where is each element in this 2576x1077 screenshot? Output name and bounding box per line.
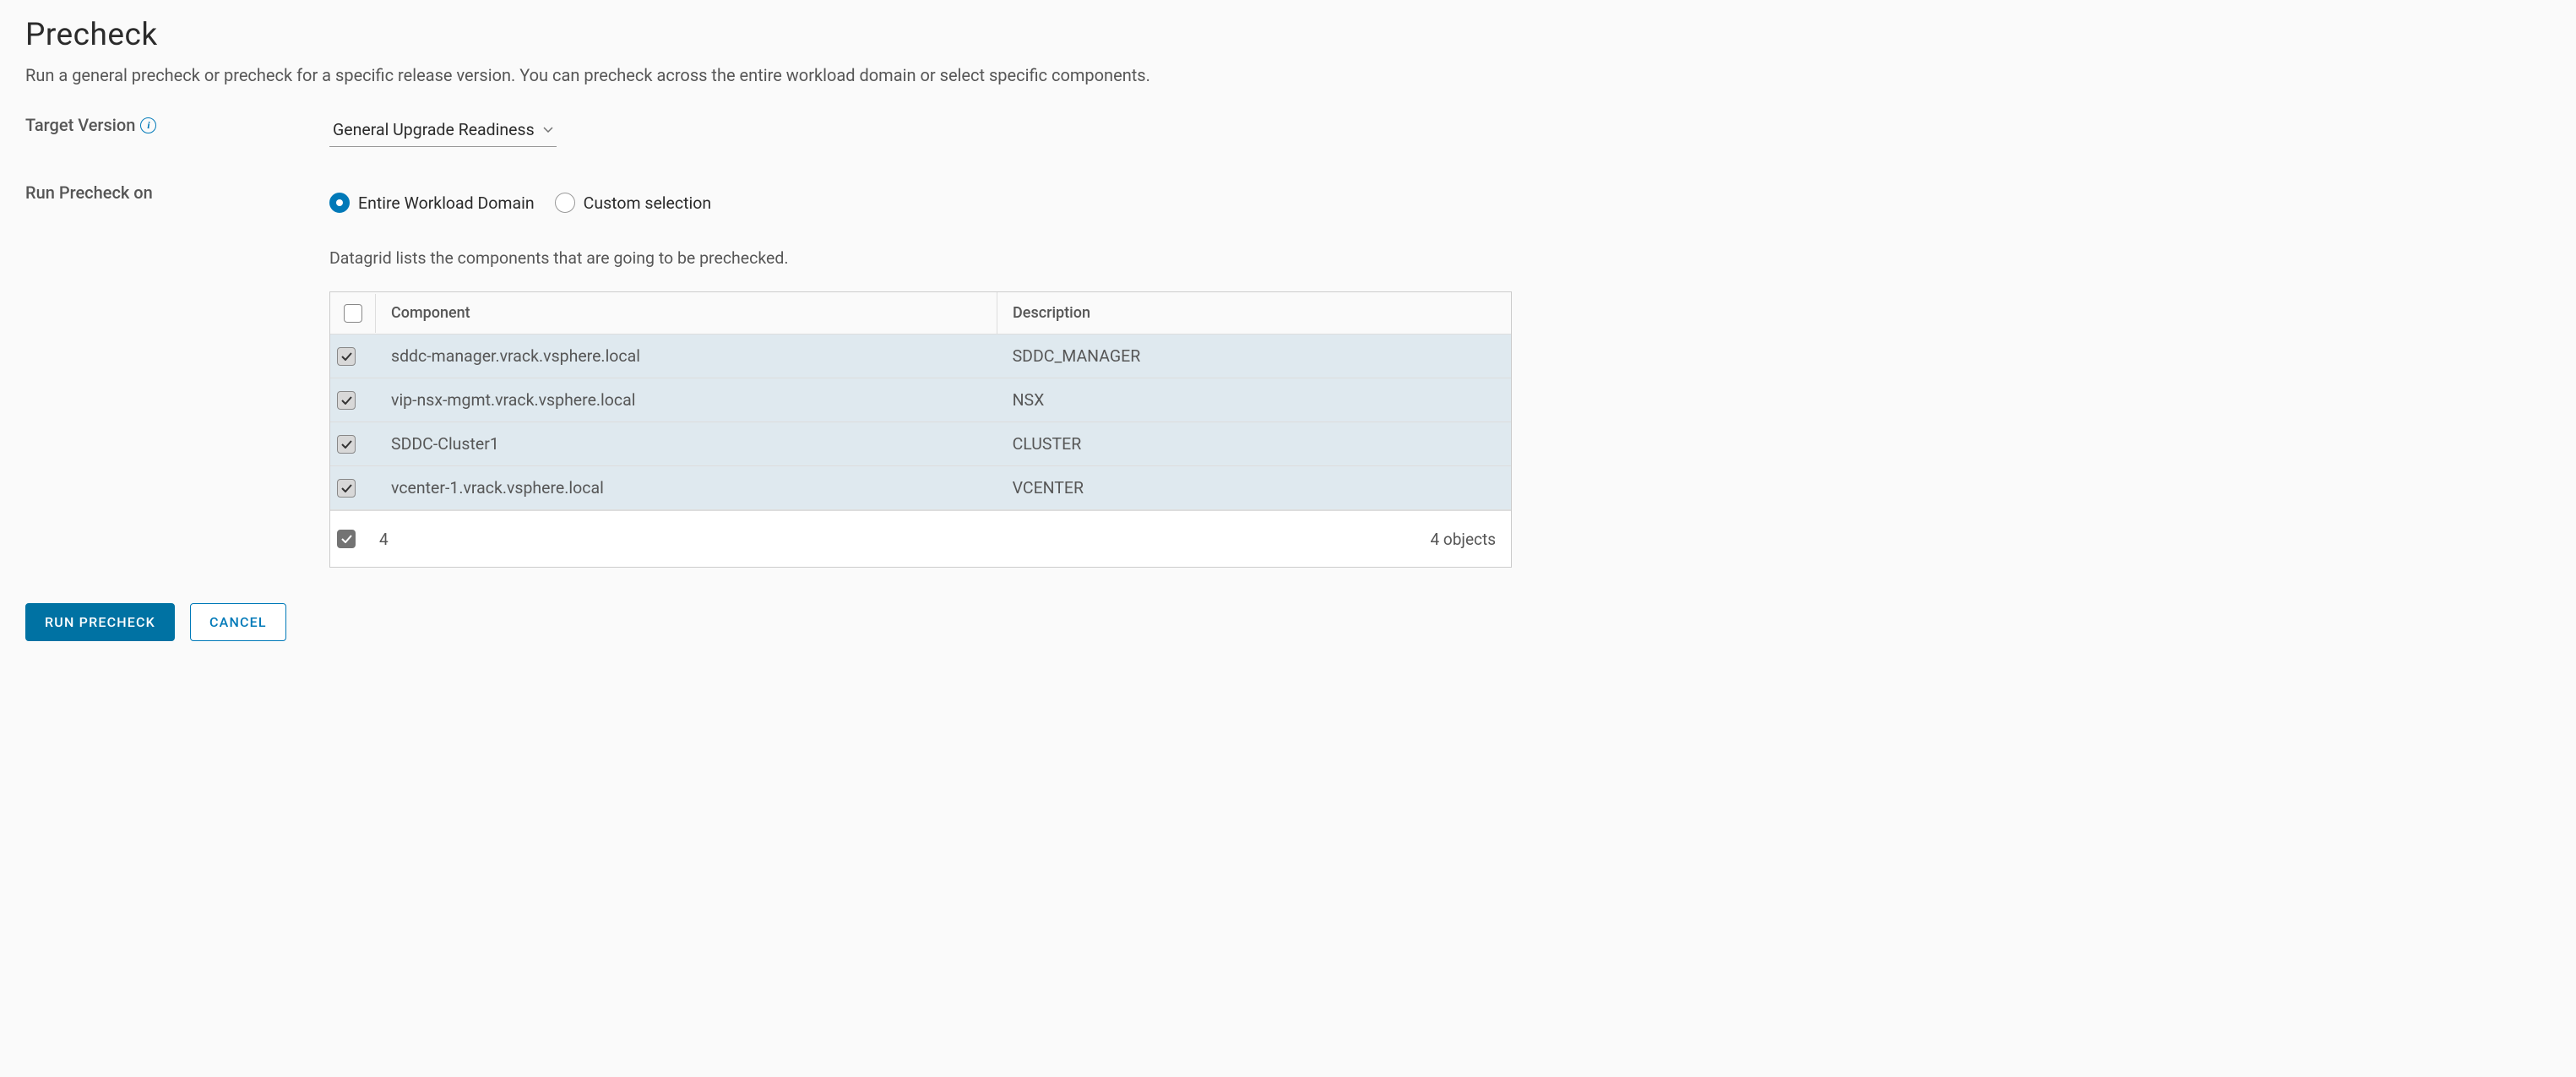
- target-version-label: Target Version i: [25, 115, 329, 135]
- row-checkbox[interactable]: [337, 435, 356, 454]
- target-version-label-text: Target Version: [25, 115, 135, 135]
- table-row: vcenter-1.vrack.vsphere.local VCENTER: [330, 466, 1511, 510]
- page-description: Run a general precheck or precheck for a…: [25, 65, 2551, 85]
- check-icon: [341, 484, 352, 492]
- cell-description: VCENTER: [997, 466, 1511, 509]
- cell-description: NSX: [997, 378, 1511, 422]
- cell-description: SDDC_MANAGER: [997, 335, 1511, 378]
- datagrid-description: Datagrid lists the components that are g…: [329, 248, 2551, 268]
- column-header-component[interactable]: Component: [376, 292, 997, 334]
- table-row: SDDC-Cluster1 CLUSTER: [330, 422, 1511, 466]
- row-checkbox[interactable]: [337, 479, 356, 498]
- select-all-checkbox[interactable]: [344, 304, 362, 323]
- target-version-select[interactable]: General Upgrade Readiness: [329, 115, 557, 147]
- selected-count: 4: [379, 530, 389, 549]
- check-icon: [341, 440, 352, 449]
- run-precheck-on-label: Run Precheck on: [25, 182, 329, 203]
- run-precheck-button[interactable]: RUN PRECHECK: [25, 603, 175, 641]
- radio-label: Entire Workload Domain: [358, 193, 535, 213]
- cell-component: vcenter-1.vrack.vsphere.local: [376, 466, 997, 509]
- page-title: Precheck: [25, 17, 2551, 53]
- check-icon: [341, 396, 352, 405]
- selection-indicator-checkbox[interactable]: [337, 530, 356, 548]
- cancel-button[interactable]: CANCEL: [190, 603, 286, 641]
- radio-unselected-icon: [555, 193, 575, 213]
- cell-component: SDDC-Cluster1: [376, 422, 997, 465]
- radio-selected-icon: [329, 193, 350, 213]
- components-datagrid: Component Description sddc-manager.vrack…: [329, 291, 1512, 568]
- radio-custom-selection[interactable]: Custom selection: [555, 193, 711, 213]
- table-row: sddc-manager.vrack.vsphere.local SDDC_MA…: [330, 335, 1511, 378]
- cell-component: sddc-manager.vrack.vsphere.local: [376, 335, 997, 378]
- run-precheck-on-label-text: Run Precheck on: [25, 182, 153, 203]
- table-row: vip-nsx-mgmt.vrack.vsphere.local NSX: [330, 378, 1511, 422]
- total-objects: 4 objects: [1431, 530, 1496, 549]
- target-version-value: General Upgrade Readiness: [333, 120, 535, 139]
- check-icon: [341, 535, 352, 543]
- datagrid-header: Component Description: [330, 292, 1511, 335]
- info-icon[interactable]: i: [140, 117, 156, 133]
- column-header-description[interactable]: Description: [997, 292, 1511, 334]
- row-checkbox[interactable]: [337, 391, 356, 410]
- radio-label: Custom selection: [584, 193, 711, 213]
- row-checkbox[interactable]: [337, 347, 356, 366]
- cell-component: vip-nsx-mgmt.vrack.vsphere.local: [376, 378, 997, 422]
- datagrid-footer: 4 4 objects: [330, 510, 1511, 567]
- chevron-down-icon: [543, 127, 553, 133]
- radio-entire-workload-domain[interactable]: Entire Workload Domain: [329, 193, 535, 213]
- cell-description: CLUSTER: [997, 422, 1511, 465]
- check-icon: [341, 352, 352, 361]
